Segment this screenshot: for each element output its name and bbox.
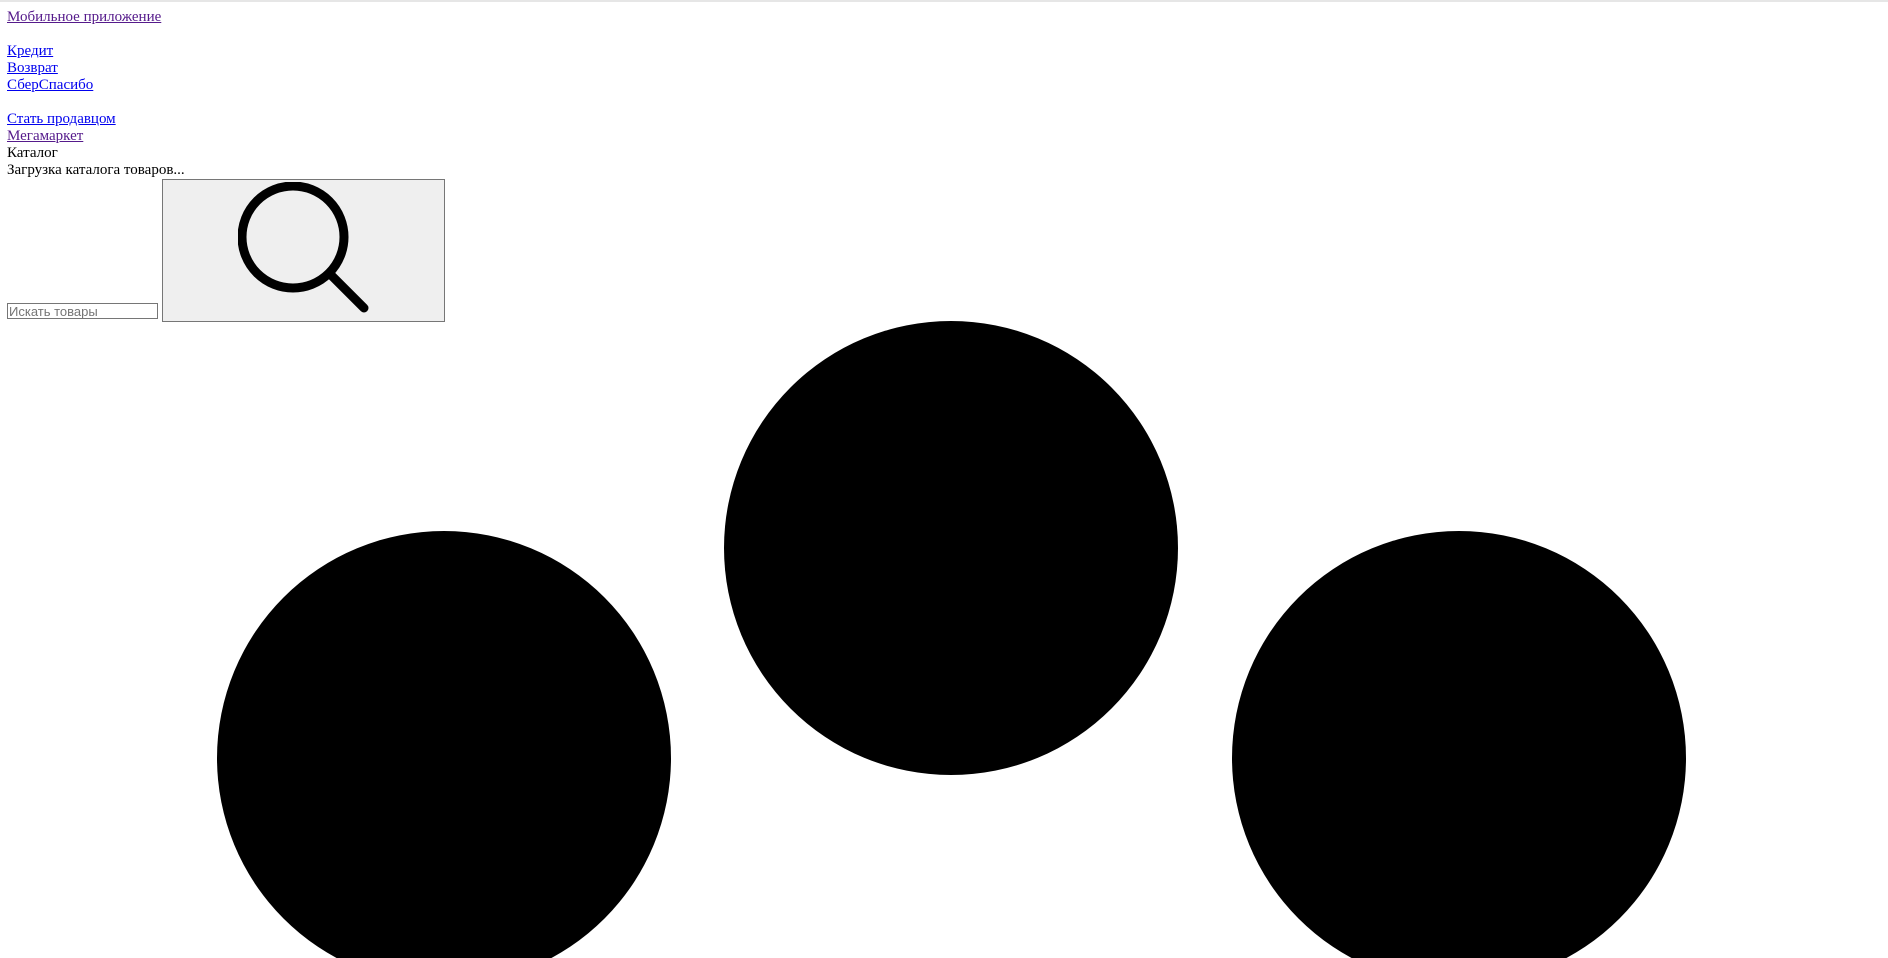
- loading-indicator: [0, 0, 1888, 958]
- mobile-app-link[interactable]: Мобильное приложение: [7, 9, 185, 26]
- search-button[interactable]: [162, 179, 445, 322]
- catalog-loading-text: Загрузка каталога товаров...: [7, 162, 185, 178]
- loading-dot-right: [1232, 531, 1686, 958]
- loading-dot-left: [217, 531, 671, 958]
- catalog-label[interactable]: Каталог: [7, 145, 185, 162]
- megamarket-link[interactable]: Мегамаркет: [7, 128, 185, 145]
- search-input[interactable]: [7, 303, 158, 319]
- top-border: [0, 0, 1888, 2]
- credit-link[interactable]: Кредит: [7, 43, 185, 60]
- page-content: Мобильное приложение Кредит Возврат Сбер…: [7, 9, 185, 179]
- become-seller-link[interactable]: Стать продавцом: [7, 111, 185, 128]
- search-icon: [238, 182, 369, 313]
- loading-dot-center: [724, 321, 1178, 775]
- sberspasibo-link[interactable]: СберСпасибо: [7, 77, 185, 94]
- return-link[interactable]: Возврат: [7, 60, 185, 77]
